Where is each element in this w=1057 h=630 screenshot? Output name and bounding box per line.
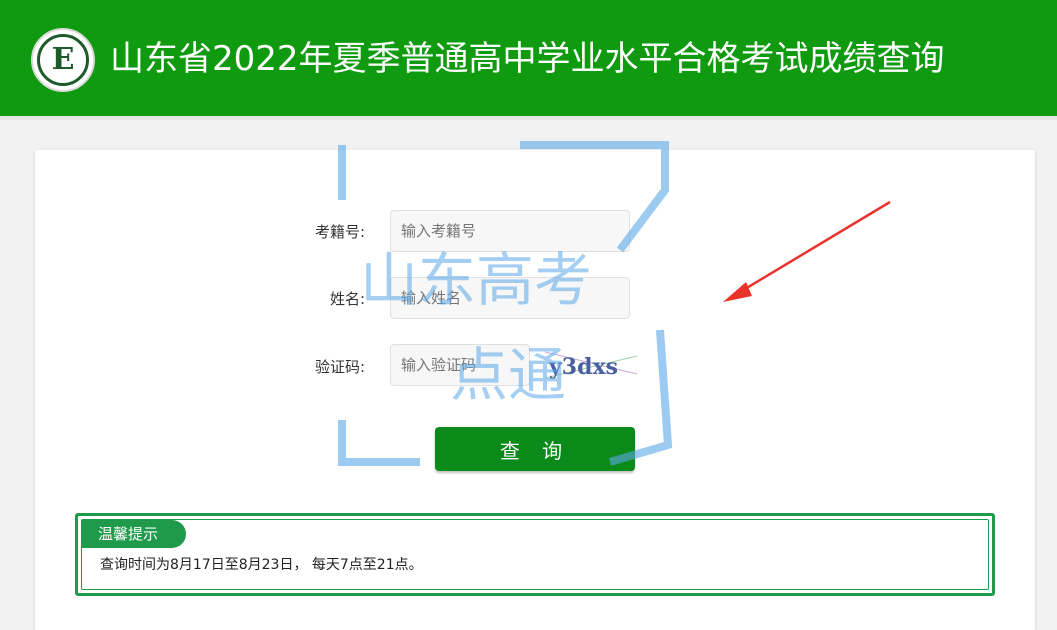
exam-id-input[interactable] [390, 210, 630, 252]
page-title: 山东省2022年夏季普通高中学业水平合格考试成绩查询 [110, 39, 945, 79]
notice-box: 温馨提示 查询时间为8月17日至8月23日， 每天7点至21点。 [75, 513, 995, 596]
page-header: E 山东省2022年夏季普通高中学业水平合格考试成绩查询 [0, 0, 1057, 120]
captcha-input[interactable] [390, 344, 530, 386]
captcha-text: y3dxs [548, 354, 618, 380]
name-input[interactable] [390, 277, 630, 319]
submit-button[interactable]: 查 询 [435, 427, 635, 471]
logo: E [31, 28, 95, 92]
captcha-graphic: y3dxs [545, 351, 637, 380]
captcha-image[interactable]: y3dxs [545, 344, 637, 386]
name-label: 姓名: [329, 290, 365, 308]
captcha-label: 验证码: [314, 358, 365, 376]
exam-id-label: 考籍号: [314, 223, 365, 241]
logo-letter: E [51, 42, 75, 77]
notice-tag: 温馨提示 [82, 520, 186, 548]
notice-text: 查询时间为8月17日至8月23日， 每天7点至21点。 [100, 557, 423, 573]
